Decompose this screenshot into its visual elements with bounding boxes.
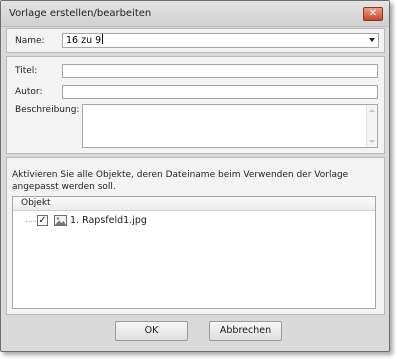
scroll-down-icon[interactable]	[369, 140, 375, 143]
name-panel: Name: 16 zu 9	[6, 28, 385, 53]
name-combobox[interactable]: 16 zu 9	[62, 33, 379, 48]
dropdown-arrow-icon[interactable]	[369, 38, 375, 42]
text-caret	[102, 34, 104, 44]
objects-list[interactable]: Objekt ✓ 1. Rapsfeld1.jpg	[12, 196, 376, 309]
window-title: Vorlage erstellen/bearbeiten	[9, 8, 152, 19]
title-bar[interactable]: Vorlage erstellen/bearbeiten ✕	[1, 1, 389, 27]
title-label: Titel:	[15, 66, 38, 76]
image-icon	[54, 215, 67, 229]
ok-button[interactable]: OK	[115, 321, 188, 341]
name-value: 16 zu 9	[66, 35, 102, 46]
close-button[interactable]: ✕	[363, 7, 383, 21]
item-checkbox[interactable]: ✓	[37, 215, 48, 226]
description-textarea[interactable]	[82, 104, 378, 148]
list-item-label[interactable]: 1. Rapsfeld1.jpg	[70, 215, 147, 227]
author-input[interactable]	[62, 85, 378, 99]
details-panel: Titel: Autor: Beschreibung:	[6, 56, 385, 154]
tree-connector	[26, 217, 36, 222]
description-scrollbar[interactable]	[366, 105, 377, 147]
cancel-button[interactable]: Abbrechen	[209, 321, 282, 341]
author-label: Autor:	[15, 87, 43, 97]
title-input[interactable]	[62, 64, 378, 78]
dialog-window: Vorlage erstellen/bearbeiten ✕ Name: 16 …	[0, 0, 390, 352]
objects-instruction: Aktivieren Sie alle Objekte, deren Datei…	[12, 170, 349, 192]
scroll-up-icon[interactable]	[369, 109, 375, 112]
description-label: Beschreibung:	[15, 105, 80, 115]
column-header-objekt[interactable]: Objekt	[13, 197, 375, 211]
close-icon: ✕	[368, 8, 378, 19]
name-label: Name:	[15, 36, 45, 46]
